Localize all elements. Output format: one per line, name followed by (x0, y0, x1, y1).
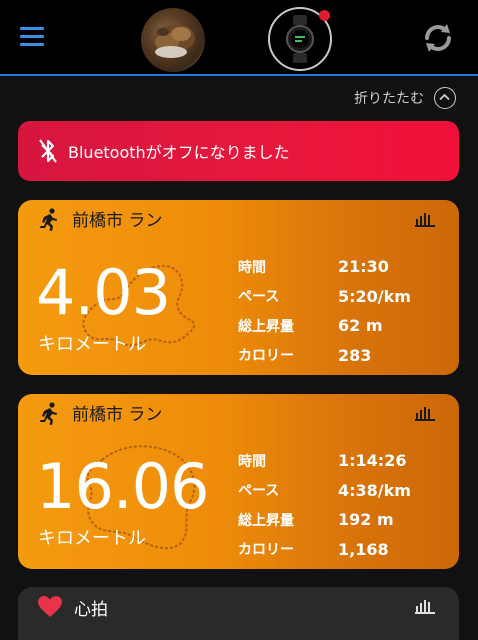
metric-value: 283 (338, 345, 372, 365)
top-app-bar (0, 0, 478, 76)
collapse-toggle[interactable]: 折りたたむ (354, 86, 456, 110)
distance-value: 4.03 (36, 256, 171, 329)
metric-value: 192 m (338, 510, 394, 530)
metric-value: 4:38/km (338, 480, 411, 500)
metric-value: 62 m (338, 316, 383, 336)
chevron-up-icon (434, 87, 456, 109)
bluetooth-off-message: Bluetoothがオフになりました (68, 143, 290, 162)
metric-value: 5:20/km (338, 286, 411, 306)
metric-label: 時間 (238, 453, 266, 470)
metric-label: 時間 (238, 259, 266, 276)
metric-row: 総上昇量 62 m (238, 311, 448, 341)
metric-row: 時間 1:14:26 (238, 446, 448, 476)
bar-chart-icon[interactable] (415, 211, 435, 227)
heart-rate-title: 心拍 (74, 600, 108, 620)
activity-card[interactable]: 前橋市 ラン 16.06 キロメートル 時間 1:14:26 ペース 4:38/… (18, 394, 459, 569)
activity-card[interactable]: 前橋市 ラン 4.03 キロメートル 時間 21:30 ペース 5:20/km … (18, 200, 459, 375)
metric-label: カロリー (238, 542, 294, 559)
metric-row: 時間 21:30 (238, 252, 448, 282)
distance-value: 16.06 (36, 450, 209, 523)
metric-row: カロリー 1,168 (238, 535, 448, 565)
smartwatch-icon[interactable] (268, 7, 332, 71)
hamburger-menu-icon[interactable] (20, 25, 46, 47)
sync-icon[interactable] (420, 20, 456, 56)
distance-unit: キロメートル (38, 334, 146, 355)
metric-label: ペース (238, 483, 280, 500)
metrics-list: 時間 21:30 ペース 5:20/km 総上昇量 62 m カロリー 283 (238, 252, 448, 370)
bluetooth-off-icon (38, 138, 58, 164)
heart-rate-card[interactable]: 心拍 (18, 587, 459, 640)
profile-avatar[interactable] (141, 8, 205, 72)
bar-chart-icon[interactable] (415, 405, 435, 421)
metric-row: カロリー 283 (238, 341, 448, 371)
metric-label: カロリー (238, 348, 294, 365)
metric-label: ペース (238, 289, 280, 306)
distance-unit: キロメートル (38, 528, 146, 549)
metric-row: 総上昇量 192 m (238, 505, 448, 535)
running-icon (38, 208, 60, 232)
heart-icon (38, 596, 62, 618)
metric-value: 1,168 (338, 539, 389, 559)
bluetooth-off-banner[interactable]: Bluetoothがオフになりました (18, 121, 459, 181)
bar-chart-icon[interactable] (415, 598, 435, 614)
activity-title: 前橋市 ラン (72, 405, 163, 425)
metric-row: ペース 5:20/km (238, 282, 448, 312)
metric-label: 総上昇量 (238, 318, 294, 335)
metrics-list: 時間 1:14:26 ペース 4:38/km 総上昇量 192 m カロリー 1… (238, 446, 448, 564)
metric-value: 1:14:26 (338, 451, 407, 471)
collapse-label: 折りたたむ (354, 91, 424, 107)
metric-label: 総上昇量 (238, 512, 294, 529)
notification-dot (319, 10, 330, 21)
metric-row: ペース 4:38/km (238, 476, 448, 506)
running-icon (38, 402, 60, 426)
activity-title: 前橋市 ラン (72, 211, 163, 231)
metric-value: 21:30 (338, 257, 389, 277)
